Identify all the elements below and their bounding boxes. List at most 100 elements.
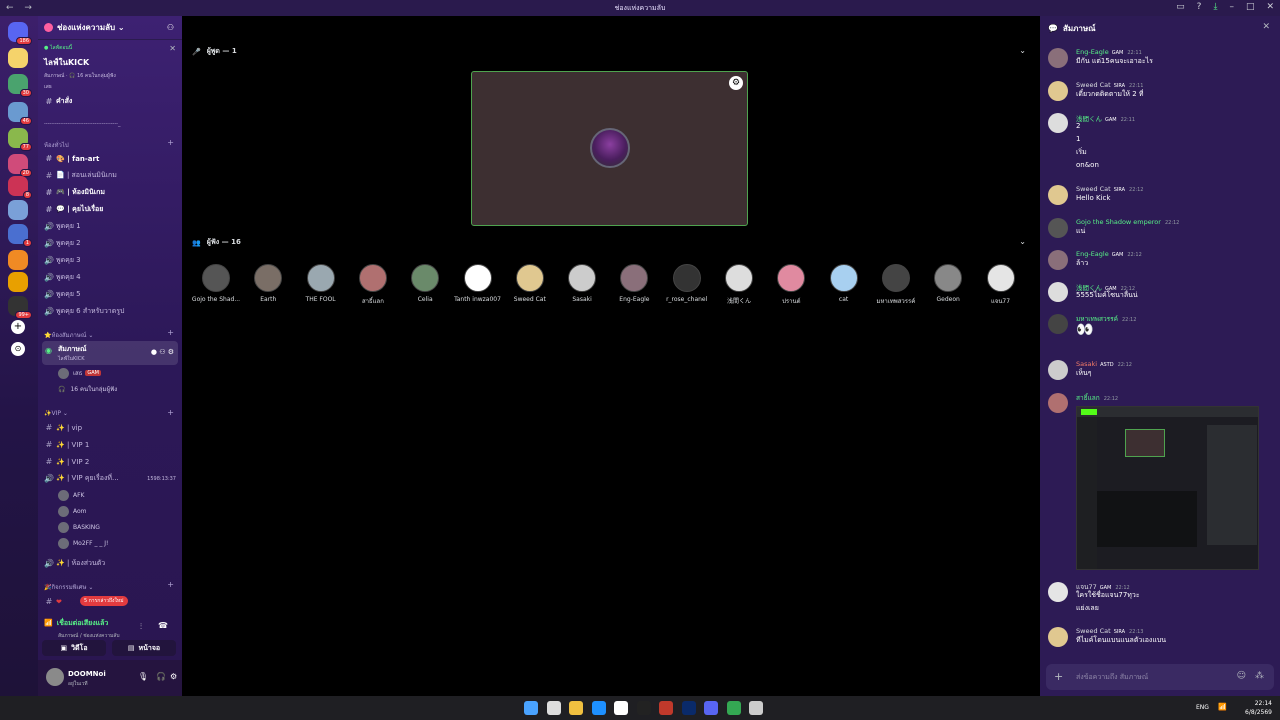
speakers-header[interactable]: 🎤 ผู้พูด — 1 <box>192 46 237 57</box>
stage-user[interactable]: เสธ GAM <box>58 366 101 380</box>
audience-member[interactable]: Gedeon <box>922 264 974 303</box>
taskbar-app-icon[interactable] <box>704 701 718 715</box>
audience-header[interactable]: 👥 ผู้ฟัง — 16 <box>192 237 241 248</box>
taskbar-app-icon[interactable] <box>726 701 741 715</box>
audience-member[interactable]: Sasaki <box>556 264 608 303</box>
taskbar-app-icon[interactable] <box>546 701 561 715</box>
settings-icon[interactable]: ⚙ <box>170 672 177 681</box>
author-name[interactable]: สาธิ์แลก <box>1076 394 1100 402</box>
apps-icon[interactable]: ⁂ <box>1255 671 1264 681</box>
audience-member[interactable]: Gojo the Shad... <box>190 264 242 303</box>
channel-item[interactable]: # 🎮 | ห้องมินิเกม <box>38 185 182 200</box>
server-icon[interactable]: 30 <box>8 74 32 97</box>
category-vip[interactable]: ✨VIP ⌄ <box>44 410 68 417</box>
stage-listeners[interactable]: 🎧 16 คนในกลุ่มผู้ฟัง <box>58 382 117 396</box>
download-icon[interactable]: ⤓ <box>1213 2 1217 12</box>
audience-member[interactable]: สาธิ์แลก <box>347 264 399 306</box>
audience-member[interactable]: มหาเทพสวรรค์ <box>870 264 922 306</box>
add-server-icon[interactable]: + <box>11 320 25 334</box>
channel-item[interactable]: # 💬 | คุยไปเรื่อย <box>38 202 182 217</box>
server-icon[interactable]: 8 <box>8 176 32 199</box>
server-icon[interactable]: 77 <box>8 128 32 151</box>
category-general[interactable]: ห้องทั่วไป <box>44 140 69 150</box>
audience-member[interactable]: Earth <box>242 264 294 303</box>
server-icon[interactable] <box>8 48 28 68</box>
language-indicator[interactable]: ENG <box>1196 704 1209 711</box>
vip-channel[interactable]: # ✨ | vip <box>38 420 182 435</box>
live-event[interactable]: ● ไลฟ์ตอนนี้ ไลฟ์ในKICK สัมภาษณ์ · 🎧 16 … <box>44 44 178 91</box>
taskbar-app-icon[interactable] <box>659 701 673 715</box>
help-icon[interactable]: ? <box>1197 2 1202 12</box>
audience-member[interactable]: Tanth inwza007 <box>452 264 504 303</box>
chevron-down-icon[interactable]: ⌄ <box>1019 237 1026 246</box>
avatar[interactable] <box>1048 81 1068 101</box>
gear-icon[interactable]: ⚙ <box>729 76 743 90</box>
taskbar-app-icon[interactable] <box>569 701 583 715</box>
emoji-icon[interactable]: ☺ <box>1237 671 1246 681</box>
private-channel[interactable]: 🔊 ✨ | ห้องส่วนตัว <box>38 556 182 571</box>
vip-voice-channel[interactable]: 🔊 ✨ | VIP คุยเรื่องที่... 1598:13:37 <box>38 471 182 486</box>
speaker-tile[interactable]: ⚙ <box>471 71 748 226</box>
voice-channel[interactable]: 🔊 พูดคุย 2 <box>38 236 182 251</box>
wifi-icon[interactable]: 📶 <box>1218 703 1227 711</box>
inbox-icon[interactable]: ▭ <box>1176 2 1185 12</box>
voice-channel[interactable]: 🔊 พูดคุย 5 <box>38 287 182 302</box>
vip-channel[interactable]: # ✨ | VIP 2 <box>38 454 182 469</box>
headset-icon[interactable]: 🎧 <box>156 672 166 681</box>
audience-member[interactable]: Celia <box>399 264 451 303</box>
maximize-icon[interactable]: □ <box>1246 2 1255 12</box>
screen-share-button[interactable]: ▤ หน้าจอ <box>112 640 176 656</box>
vip-channel[interactable]: # ✨ | VIP 1 <box>38 437 182 452</box>
taskbar-app-icon[interactable] <box>614 701 628 715</box>
audience-member[interactable]: Eng-Eagle <box>608 264 660 303</box>
voice-user[interactable]: AFK <box>58 488 85 502</box>
taskbar-app-icon[interactable] <box>591 701 606 715</box>
audience-member[interactable]: r_rose_chanel <box>661 264 713 303</box>
voice-channel[interactable]: 🔊 พูดคุย 1 <box>38 219 182 234</box>
close-event-icon[interactable]: ✕ <box>169 44 176 53</box>
voice-user[interactable]: Aom <box>58 504 87 518</box>
taskbar-app-icon[interactable] <box>636 701 651 715</box>
add-channel-icon[interactable]: + <box>167 138 174 147</box>
channel-commands[interactable]: # คำสั่ง <box>38 94 182 109</box>
chevron-down-icon[interactable]: ⌄ <box>1019 46 1026 55</box>
server-icon[interactable]: 186 <box>8 22 32 45</box>
category-events[interactable]: 🎉กิจกรรมพิเศษ ⌄ <box>44 582 93 592</box>
add-channel-icon[interactable]: + <box>167 328 174 337</box>
audience-member[interactable]: Sweed Cat <box>504 264 556 303</box>
server-icon[interactable]: 99+ <box>8 296 32 319</box>
server-header[interactable]: ช่องแห่งความลับ ⌄ ⚇ <box>38 16 182 40</box>
avatar[interactable] <box>1048 113 1068 133</box>
server-icon[interactable] <box>8 250 28 270</box>
server-icon[interactable]: 20 <box>8 154 32 177</box>
voice-user[interactable]: BASKING <box>58 520 100 534</box>
server-icon[interactable]: 1 <box>8 224 32 247</box>
voice-channel[interactable]: 🔊 พูดคุย 6 สำหรับวาดรูป <box>38 304 182 319</box>
add-channel-icon[interactable]: + <box>167 408 174 417</box>
mic-icon[interactable]: 🎙 <box>138 672 148 681</box>
disconnect-icon[interactable]: ☎ <box>158 621 168 630</box>
voice-channel[interactable]: 🔊 พูดคุย 3 <box>38 253 182 268</box>
avatar[interactable] <box>1048 48 1068 68</box>
clock[interactable]: 22:14 6/8/2569 <box>1245 699 1272 717</box>
close-icon[interactable]: ✕ <box>1266 2 1274 12</box>
audience-member[interactable]: THE FOOL <box>295 264 347 303</box>
channel-item[interactable]: # 📄 | สอนเล่นมินิเกม <box>38 168 182 183</box>
add-attachment-icon[interactable]: + <box>1054 670 1063 683</box>
close-icon[interactable]: ✕ <box>1262 22 1270 32</box>
category-interview[interactable]: ⭐ห้องสัมภาษณ์ ⌄ <box>44 330 93 340</box>
chat-input[interactable]: + ส่งข้อความถึง สัมภาษณ์ ☺ ⁂ <box>1046 664 1274 690</box>
add-channel-icon[interactable]: + <box>167 580 174 589</box>
new-mentions-badge[interactable]: 5 การกล่าวถึงใหม่ <box>80 596 128 606</box>
active-stage-channel[interactable]: ◉ สัมภาษณ์ ไลฟ์ในKICK ● ⚇ ⚙ <box>42 341 178 365</box>
user-avatar[interactable] <box>46 668 64 686</box>
noise-icon[interactable]: ⫶ <box>140 622 142 632</box>
server-icon[interactable]: 46 <box>8 102 32 125</box>
taskbar-app-icon[interactable] <box>749 701 763 715</box>
audience-member[interactable]: 浅間くん <box>713 264 765 305</box>
audience-member[interactable]: cat <box>818 264 870 303</box>
add-member-icon[interactable]: ⚇ <box>167 23 174 32</box>
discover-icon[interactable]: ⊙ <box>11 342 25 356</box>
channel-item[interactable]: # 🎨 | fan-art <box>38 151 182 166</box>
avatar[interactable] <box>1048 250 1068 270</box>
